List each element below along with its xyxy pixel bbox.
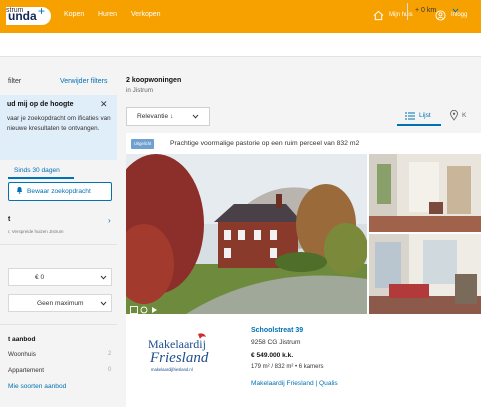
nav-kopen[interactable]: Kopen [64, 11, 84, 18]
chevron-down-icon [452, 8, 459, 13]
price-min-select[interactable]: € 0 [8, 268, 112, 286]
listing-street-link[interactable]: Schoolstreat 39 [251, 327, 303, 334]
location-filter-heading: t [8, 216, 11, 223]
aanbod-woonhuis-checkbox[interactable]: Woonhuis [8, 351, 36, 358]
agent-logo-url: makelaardijfriesland.nl [151, 367, 193, 372]
save-search-button[interactable]: Bewaar zoekopdracht [8, 182, 112, 201]
results-location: in Jistrum [126, 87, 153, 94]
listing-details: 179 m² / 832 m² • 6 kamers [251, 364, 324, 370]
listing-main-photo[interactable] [126, 154, 367, 314]
divider [0, 324, 117, 325]
location-filter-subtext: r, Verspreide huizen Jistrum [8, 229, 64, 234]
search-bar [0, 33, 481, 57]
agent-logo-text: Makelaardij [148, 337, 206, 351]
more-types-link[interactable]: Mie soorten aanbod [8, 383, 66, 390]
location-chip[interactable]: strum [6, 7, 24, 14]
featured-badge: Uitgelicht [131, 139, 155, 149]
since-30-days-tab[interactable]: Sinds 30 dagen [8, 164, 74, 179]
view-list-label: Lijst [419, 112, 431, 119]
results-count: 2 koopwoningen [126, 77, 182, 84]
filter-heading: filter [8, 78, 22, 85]
aanbod-appartement-checkbox[interactable]: Appartement [8, 367, 44, 374]
alert-title: ud mij op de hoogte [7, 101, 74, 108]
clear-filters-link[interactable]: Verwijder filters [60, 78, 107, 85]
chevron-down-icon [192, 114, 199, 119]
listing-photo-2[interactable] [369, 154, 481, 232]
listing-zip-city: 9258 CG Jistrum [251, 339, 301, 346]
listing-price: € 549.000 k.k. [251, 352, 294, 359]
chevron-down-icon [100, 275, 107, 280]
aanbod-count: 2 [108, 351, 112, 357]
list-icon [405, 112, 415, 120]
listing-promo-text[interactable]: Prachtige voormalige pastorie op een rui… [170, 139, 359, 149]
sort-icon: ↓ [170, 113, 174, 120]
map-pin-icon[interactable] [450, 110, 458, 121]
add-location-icon[interactable]: + [38, 4, 45, 18]
house-icon[interactable] [373, 10, 384, 21]
listing-photo-3[interactable] [369, 234, 481, 314]
radius-select[interactable]: + 0 km [407, 3, 469, 20]
price-max-select[interactable]: Geen maximum [8, 294, 112, 312]
close-icon[interactable]: ✕ [100, 99, 108, 110]
nav-huren[interactable]: Huren [98, 11, 117, 18]
view-map-tab[interactable]: K [462, 112, 466, 119]
agent-name-link[interactable]: Makelaardij Friesland | Qualis [251, 380, 338, 387]
divider [0, 244, 117, 245]
photo-media-icons[interactable] [130, 301, 160, 319]
bell-icon [17, 187, 22, 194]
makelaardij-friesland-logo[interactable]: Makelaardij Friesland makelaardijfriesla… [148, 332, 220, 374]
agent-logo-text: Friesland [149, 350, 209, 366]
aanbod-heading: t aanbod [8, 336, 36, 343]
chevron-right-icon[interactable]: › [108, 216, 111, 225]
chevron-down-icon [100, 301, 107, 306]
search-button[interactable] [473, 0, 481, 24]
aanbod-count: 0 [108, 367, 112, 373]
alert-text: vaar je zoekopdracht om ificaties van ni… [7, 115, 111, 132]
nav-verkopen[interactable]: Verkopen [131, 11, 161, 18]
